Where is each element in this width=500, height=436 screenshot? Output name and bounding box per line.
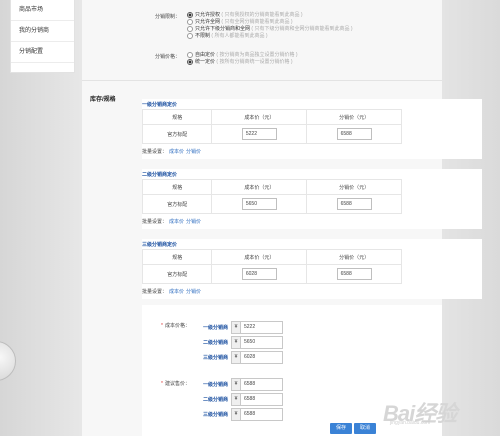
radio-icon[interactable] [187, 51, 193, 58]
tier-title: 二级分销商定价 [142, 172, 178, 178]
yen-icon: ¥ [231, 336, 241, 349]
sale-input[interactable]: 6588 [336, 128, 372, 140]
watermark-url: jingyan.baidu.com [390, 420, 431, 426]
tier-pricing-3: 三级分销商定价 规格 成本价（元） 分销价（元） 官方标配 6028 6588 … [141, 239, 482, 299]
batch-sale-link[interactable]: 分销价 [186, 289, 201, 295]
yen-icon: ¥ [231, 351, 241, 364]
cost-price-label: * 成本价格： [161, 323, 190, 329]
radio-icon[interactable] [187, 25, 193, 32]
sidebar-nav: 商品市场 我的分销商 分销配置 [10, 0, 75, 73]
col-sale: 分销价（元） [306, 249, 402, 265]
restriction-label: 分销限制： [154, 14, 180, 20]
row-label: 官方标配 [141, 124, 213, 144]
cost-row-1: 一级分销商 ¥5222 [192, 321, 283, 334]
suggest-row-3: 三级分销商 ¥6588 [192, 408, 283, 421]
section-title: 库存/规格 [90, 97, 116, 103]
sale-input[interactable]: 6588 [336, 198, 372, 210]
suggest-row-1: 一级分销商 ¥6588 [192, 378, 283, 391]
tier-pricing-1: 一级分销商定价 规格 成本价（元） 分销价（元） 官方标配 5222 6588 … [141, 99, 482, 159]
tier-title: 一级分销商定价 [142, 102, 178, 108]
col-cost: 成本价（元） [211, 249, 308, 265]
batch-settings: 批量设置： 成本价 分销价 [142, 219, 202, 225]
pricing-option-unified[interactable]: 统一定价 ( 按所有分销商统一设置分销价格 ) [187, 58, 293, 65]
cost-input[interactable]: 6028 [241, 351, 283, 364]
batch-cost-link[interactable]: 成本价 [169, 289, 184, 295]
main-panel: 分销限制： 只允许授权 ( 只有我授权的分销商能看到此商品 ) 只允许全网 ( … [82, 0, 482, 436]
sidebar-item-config[interactable]: 分销配置 [11, 42, 74, 63]
radio-icon[interactable] [187, 18, 193, 25]
tier-table: 规格 成本价（元） 分销价（元） 官方标配 5650 6588 [141, 179, 402, 214]
sale-input[interactable]: 6588 [336, 268, 372, 280]
restriction-option-none[interactable]: 不限制 ( 所有人都能看到此商品 ) [187, 32, 268, 39]
tier-table: 规格 成本价（元） 分销价（元） 官方标配 6028 6588 [141, 249, 402, 284]
cost-row-2: 二级分销商 ¥5650 [192, 336, 283, 349]
cost-input[interactable]: 5222 [241, 128, 277, 140]
cancel-button[interactable]: 取消 [354, 423, 377, 434]
sidebar-item-my-distributors[interactable]: 我的分销商 [11, 21, 74, 42]
suggest-input[interactable]: 6588 [241, 378, 283, 391]
cost-input[interactable]: 5222 [241, 321, 283, 334]
restriction-option-network[interactable]: 只允许全网 ( 只有全网分销商能看到此商品 ) [187, 18, 293, 25]
yen-icon: ¥ [231, 393, 241, 406]
col-spec: 规格 [141, 109, 213, 125]
tier-title: 三级分销商定价 [142, 242, 178, 248]
batch-settings: 批量设置： 成本价 分销价 [142, 289, 202, 295]
col-spec: 规格 [141, 249, 213, 265]
row-label: 官方标配 [141, 194, 213, 214]
pricing-option-free[interactable]: 自由定价 ( 按分销商为商品独立设置分销价格 ) [187, 51, 298, 58]
suggest-input[interactable]: 6588 [241, 393, 283, 406]
settings-area: 分销限制： 只允许授权 ( 只有我授权的分销商能看到此商品 ) 只允许全网 ( … [82, 0, 442, 81]
tier-table: 规格 成本价（元） 分销价（元） 官方标配 5222 6588 [141, 109, 402, 144]
cost-input[interactable]: 5650 [241, 336, 283, 349]
suggest-input[interactable]: 6588 [241, 408, 283, 421]
tier-pricing-2: 二级分销商定价 规格 成本价（元） 分销价（元） 官方标配 5650 6588 … [141, 169, 482, 229]
col-cost: 成本价（元） [211, 109, 308, 125]
col-sale: 分销价（元） [306, 109, 402, 125]
cost-row-3: 三级分销商 ¥6028 [192, 351, 283, 364]
radio-icon[interactable] [187, 58, 193, 65]
save-button[interactable]: 保存 [330, 423, 353, 434]
restriction-option-authorized[interactable]: 只允许授权 ( 只有我授权的分销商能看到此商品 ) [187, 11, 303, 18]
yen-icon: ¥ [231, 321, 241, 334]
col-spec: 规格 [141, 179, 213, 195]
cost-input[interactable]: 5650 [241, 198, 277, 210]
pricing-label: 分销价格： [154, 54, 180, 60]
radio-icon[interactable] [187, 11, 193, 18]
col-sale: 分销价（元） [306, 179, 402, 195]
row-label: 官方标配 [141, 264, 213, 284]
batch-settings: 批量设置： 成本价 分销价 [142, 149, 202, 155]
sidebar-item-market[interactable]: 商品市场 [11, 0, 74, 21]
col-cost: 成本价（元） [211, 179, 308, 195]
yen-icon: ¥ [231, 408, 241, 421]
yen-icon: ¥ [231, 378, 241, 391]
batch-sale-link[interactable]: 分销价 [186, 149, 201, 155]
restriction-option-lower-and-network[interactable]: 只允许下级分销商和全网 ( 只有下级分销商和全网分销商能看到此商品 ) [187, 25, 353, 32]
cost-input[interactable]: 6028 [241, 268, 277, 280]
batch-sale-link[interactable]: 分销价 [186, 219, 201, 225]
radio-icon[interactable] [187, 32, 193, 39]
batch-cost-link[interactable]: 成本价 [169, 219, 184, 225]
suggest-price-label: * 建议售价： [161, 381, 190, 387]
suggest-row-2: 二级分销商 ¥6588 [192, 393, 283, 406]
batch-cost-link[interactable]: 成本价 [169, 149, 184, 155]
